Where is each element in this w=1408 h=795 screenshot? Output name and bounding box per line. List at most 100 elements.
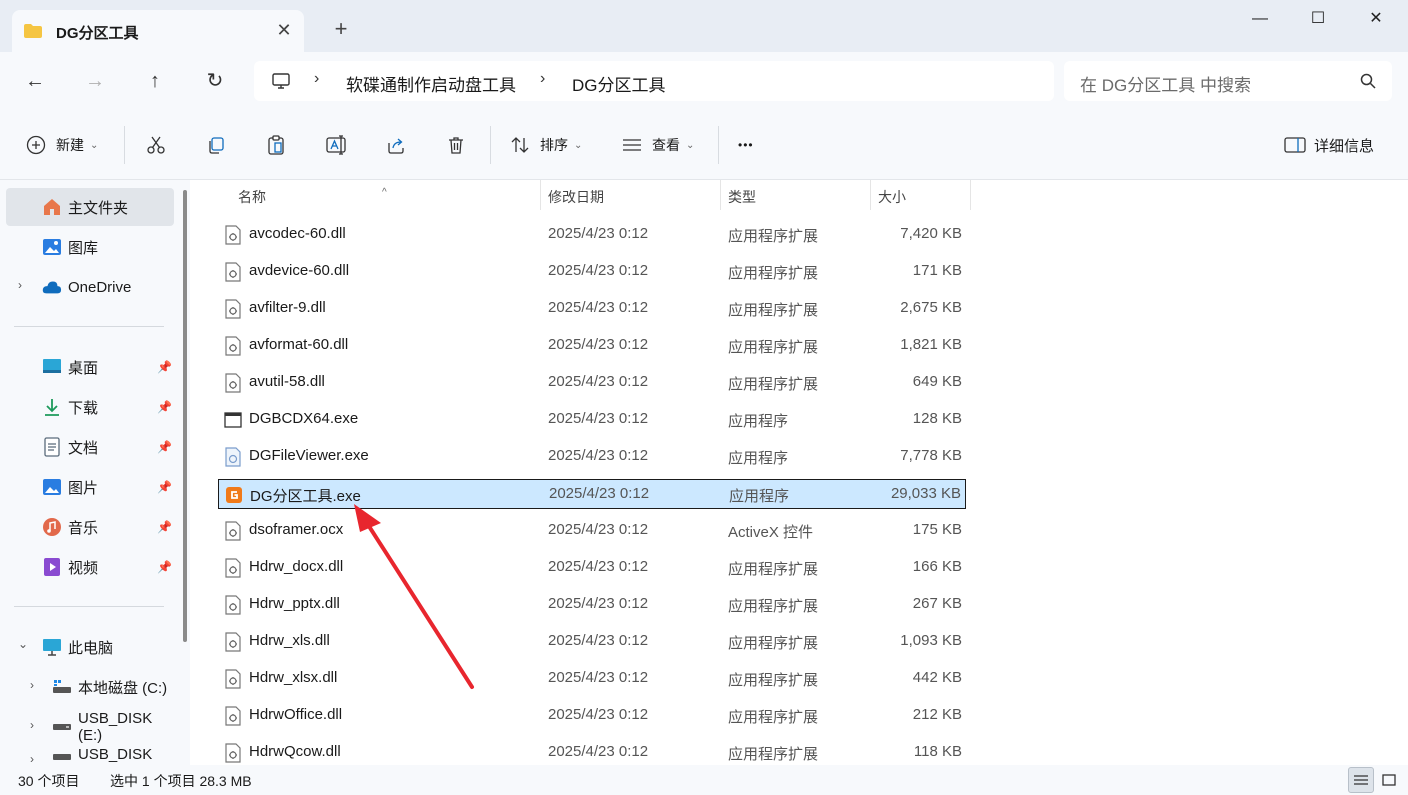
- details-pane-label: 详细信息: [1314, 137, 1375, 155]
- tiles-view-icon: [1382, 774, 1396, 786]
- address-row: ← → ↑ ↻ › 软碟通制作启动盘工具 › DG分区工具 在 DG分区工具 中…: [0, 52, 1408, 110]
- tab-dg-tool[interactable]: DG分区工具 ✕: [12, 10, 304, 52]
- new-button[interactable]: 新建 ⌄: [26, 132, 98, 158]
- plus-circle-icon: [26, 135, 46, 155]
- copy-button[interactable]: [206, 132, 226, 158]
- sidebar-item-documents[interactable]: 文档 📌: [6, 428, 174, 466]
- tab-close-button[interactable]: ✕: [274, 20, 294, 40]
- file-row[interactable]: HdrwOffice.dll 2025/4/23 0:12 应用程序扩展 212 KB: [218, 701, 966, 731]
- sidebar-item-drive-f[interactable]: › USB_DISK (F:): [6, 748, 174, 765]
- sidebar-item-pictures[interactable]: 图片 📌: [6, 468, 174, 506]
- search-placeholder: 在 DG分区工具 中搜索: [1080, 76, 1251, 95]
- file-row[interactable]: Hdrw_docx.dll 2025/4/23 0:12 应用程序扩展 166 KB: [218, 553, 966, 583]
- file-name: Hdrw_xls.dll: [249, 632, 330, 649]
- pin-icon[interactable]: 📌: [157, 360, 172, 374]
- pin-icon[interactable]: 📌: [157, 560, 172, 574]
- cut-button[interactable]: [146, 132, 166, 158]
- file-name: dsoframer.ocx: [249, 521, 344, 538]
- sidebar-item-label: 文档: [68, 439, 99, 457]
- file-row[interactable]: Hdrw_xls.dll 2025/4/23 0:12 应用程序扩展 1,093 KB: [218, 627, 966, 657]
- tiles-view-button[interactable]: [1376, 767, 1402, 793]
- sidebar-item-home[interactable]: 主文件夹: [6, 188, 174, 226]
- sidebar-item-label: 主文件夹: [68, 199, 129, 217]
- column-divider[interactable]: [870, 180, 871, 210]
- file-row[interactable]: DGBCDX64.exe 2025/4/23 0:12 应用程序 128 KB: [218, 405, 966, 435]
- pin-icon[interactable]: 📌: [157, 400, 172, 414]
- file-type: 应用程序扩展: [728, 709, 819, 726]
- column-divider[interactable]: [720, 180, 721, 210]
- delete-button[interactable]: [446, 132, 466, 158]
- collapse-chevron-icon[interactable]: ⌄: [18, 637, 28, 651]
- sidebar-item-label: USB_DISK (F:): [78, 748, 153, 765]
- sidebar-item-gallery[interactable]: 图库: [6, 228, 174, 266]
- file-size: 166 KB: [912, 558, 962, 575]
- file-row[interactable]: dsoframer.ocx 2025/4/23 0:12 ActiveX 控件 175…: [218, 516, 966, 546]
- sidebar-item-onedrive[interactable]: › OneDrive: [6, 268, 174, 306]
- paste-button[interactable]: [266, 132, 286, 158]
- file-row-selected[interactable]: DG分区工具.exe 2025/4/23 0:12 应用程序 29,033 KB: [218, 479, 966, 509]
- file-row[interactable]: avcodec-60.dll 2025/4/23 0:12 应用程序扩展 7,420 …: [218, 220, 966, 250]
- pin-icon[interactable]: 📌: [157, 480, 172, 494]
- sort-button[interactable]: 排序 ⌄: [510, 132, 582, 158]
- sidebar-item-desktop[interactable]: 桌面 📌: [6, 348, 174, 386]
- file-row[interactable]: avformat-60.dll 2025/4/23 0:12 应用程序扩展 1,821…: [218, 331, 966, 361]
- file-row[interactable]: avdevice-60.dll 2025/4/23 0:12 应用程序扩展 171 K…: [218, 257, 966, 287]
- file-size: 118 KB: [913, 743, 962, 760]
- close-window-button[interactable]: ✕: [1356, 6, 1396, 32]
- column-divider[interactable]: [540, 180, 541, 210]
- sidebar-scrollbar[interactable]: [183, 190, 187, 642]
- sidebar-item-downloads[interactable]: 下载 📌: [6, 388, 174, 426]
- up-button[interactable]: ↑: [140, 66, 170, 96]
- search-box[interactable]: 在 DG分区工具 中搜索: [1064, 61, 1392, 101]
- refresh-button[interactable]: ↻: [200, 66, 230, 96]
- sidebar-item-this-pc[interactable]: ⌄ 此电脑: [6, 628, 174, 666]
- toolbar-divider: [718, 126, 719, 164]
- copy-icon: [209, 137, 224, 154]
- breadcrumb-item[interactable]: 软碟通制作启动盘工具: [346, 71, 516, 96]
- column-header-type[interactable]: 类型: [728, 187, 756, 207]
- view-button[interactable]: 查看 ⌄: [622, 132, 694, 158]
- file-row[interactable]: DGFileViewer.exe 2025/4/23 0:12 应用程序 7,778 …: [218, 442, 966, 472]
- share-button[interactable]: [386, 132, 406, 158]
- sidebar-item-drive-c[interactable]: › 本地磁盘 (C:): [6, 668, 174, 706]
- dll-icon: [224, 299, 242, 319]
- expand-chevron-icon[interactable]: ›: [30, 678, 34, 692]
- sidebar-item-label: USB_DISK (E:): [78, 710, 153, 744]
- pin-icon[interactable]: 📌: [157, 440, 172, 454]
- column-header-name[interactable]: 名称: [238, 187, 266, 207]
- sidebar-item-videos[interactable]: 视频 📌: [6, 548, 174, 586]
- address-bar[interactable]: › 软碟通制作启动盘工具 › DG分区工具: [254, 61, 1054, 101]
- details-pane-icon: [1284, 137, 1306, 153]
- maximize-button[interactable]: ☐: [1298, 6, 1338, 32]
- file-size: 212 KB: [912, 706, 962, 723]
- breadcrumb-separator[interactable]: ›: [540, 70, 545, 88]
- sidebar-item-drive-e[interactable]: › USB_DISK (E:): [6, 708, 174, 746]
- breadcrumb-item[interactable]: DG分区工具: [572, 71, 666, 96]
- details-view-button[interactable]: [1348, 767, 1374, 793]
- sidebar-item-music[interactable]: 音乐 📌: [6, 508, 174, 546]
- file-row[interactable]: Hdrw_xlsx.dll 2025/4/23 0:12 应用程序扩展 442 KB: [218, 664, 966, 694]
- forward-button[interactable]: →: [80, 66, 110, 96]
- column-header-date[interactable]: 修改日期: [548, 187, 604, 207]
- details-pane-button[interactable]: 详细信息: [1284, 132, 1374, 158]
- expand-chevron-icon[interactable]: ›: [30, 718, 34, 732]
- more-options-button[interactable]: •••: [738, 132, 754, 158]
- file-row[interactable]: HdrwQcow.dll 2025/4/23 0:12 应用程序扩展 118 KB: [218, 738, 966, 765]
- file-name: HdrwQcow.dll: [249, 743, 341, 760]
- file-row[interactable]: Hdrw_pptx.dll 2025/4/23 0:12 应用程序扩展 267 KB: [218, 590, 966, 620]
- file-row[interactable]: avutil-58.dll 2025/4/23 0:12 应用程序扩展 649 KB: [218, 368, 966, 398]
- minimize-button[interactable]: —: [1240, 6, 1280, 32]
- expand-chevron-icon[interactable]: ›: [30, 752, 34, 765]
- rename-button[interactable]: [326, 132, 348, 158]
- file-size: 175 KB: [912, 521, 962, 538]
- file-row[interactable]: avfilter-9.dll 2025/4/23 0:12 应用程序扩展 2,675 …: [218, 294, 966, 324]
- new-tab-button[interactable]: +: [330, 18, 352, 40]
- breadcrumb-separator[interactable]: ›: [314, 70, 319, 88]
- file-modified-date: 2025/4/23 0:12: [548, 706, 649, 723]
- file-size: 171 KB: [912, 262, 962, 279]
- column-divider[interactable]: [970, 180, 971, 210]
- expand-chevron-icon[interactable]: ›: [18, 278, 22, 292]
- pin-icon[interactable]: 📌: [157, 520, 172, 534]
- back-button[interactable]: ←: [20, 66, 50, 96]
- column-header-size[interactable]: 大小: [878, 187, 906, 207]
